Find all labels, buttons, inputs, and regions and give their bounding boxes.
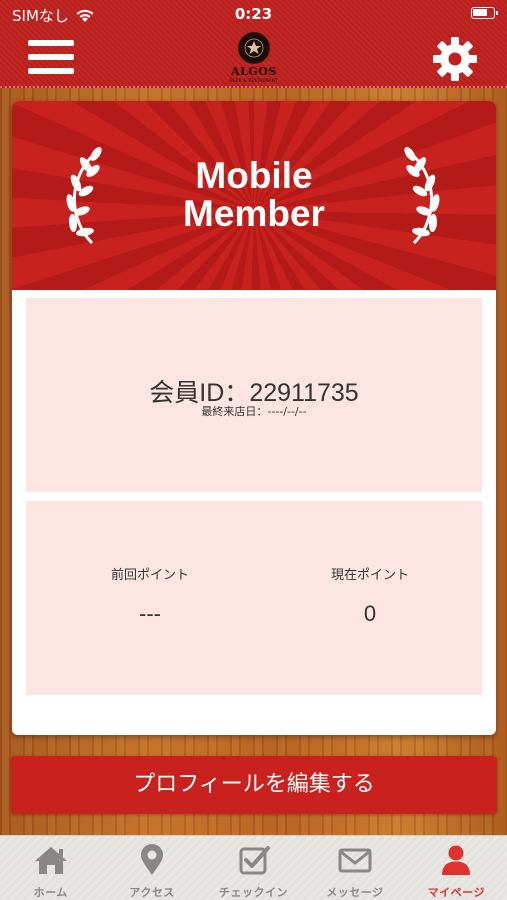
home-icon [34, 847, 67, 874]
envelope-icon [338, 848, 372, 873]
edit-profile-button[interactable]: プロフィールを編集する [11, 756, 497, 814]
checkbox-icon [239, 846, 270, 875]
tab-message-label: メッセージ [326, 886, 384, 899]
bottom-tab-bar: ホーム アクセス チェックイン メッセージ マイページ [0, 835, 507, 900]
settings-gear-button[interactable] [432, 36, 478, 82]
gear-icon [433, 37, 477, 81]
tab-home[interactable]: ホーム [0, 836, 101, 900]
last-visit: 最終来店日：----/--/-- [26, 403, 482, 419]
status-bar: SIMなし 0:23 [0, 0, 507, 28]
current-points-value: 0 [363, 601, 377, 626]
last-visit-value: ----/--/-- [267, 405, 307, 418]
hamburger-menu-button[interactable] [28, 38, 76, 76]
last-visit-label: 最終来店日： [201, 405, 268, 418]
tab-message[interactable]: メッセージ [304, 836, 405, 900]
menu-bar [28, 40, 74, 46]
algos-logo[interactable]: ALGOS BEER & RESTAURANT [224, 32, 284, 83]
member-id-panel: 会員ID：22911735 最終来店日：----/--/-- [26, 298, 482, 492]
logo-text: ALGOS [231, 65, 277, 78]
tab-mypage[interactable]: マイページ [406, 836, 507, 900]
menu-bar [28, 68, 74, 74]
tab-home-label: ホーム [33, 886, 68, 899]
status-time: 0:23 [234, 5, 273, 23]
person-icon [442, 845, 471, 875]
mobile-member-banner: Mobile Member [12, 101, 496, 290]
current-points: 現在ポイント 0 [251, 564, 489, 627]
member-card: Mobile Member 会員ID：22911735 最終来店日：----/-… [12, 101, 496, 735]
app-header: SIMなし 0:23 ALGOS BEER & RESTAURANT [0, 0, 507, 88]
tab-checkin-label: チェックイン [219, 886, 289, 899]
laurel-right-icon [404, 147, 440, 245]
tab-access[interactable]: アクセス [101, 836, 202, 900]
previous-points: 前回ポイント --- [36, 564, 264, 627]
tab-mypage-label: マイページ [427, 886, 485, 899]
logo-subtext: BEER & RESTAURANT [230, 78, 278, 83]
points-panel: 前回ポイント --- 現在ポイント 0 [26, 501, 482, 695]
current-points-label: 現在ポイント [330, 568, 409, 583]
menu-bar [28, 54, 74, 60]
battery-icon [471, 7, 498, 19]
previous-points-value: --- [139, 601, 161, 626]
map-pin-icon [141, 844, 164, 875]
tab-checkin[interactable]: チェックイン [203, 836, 304, 900]
logo-emblem-icon [238, 32, 270, 64]
tab-access-label: アクセス [129, 886, 175, 899]
previous-points-label: 前回ポイント [110, 568, 189, 583]
